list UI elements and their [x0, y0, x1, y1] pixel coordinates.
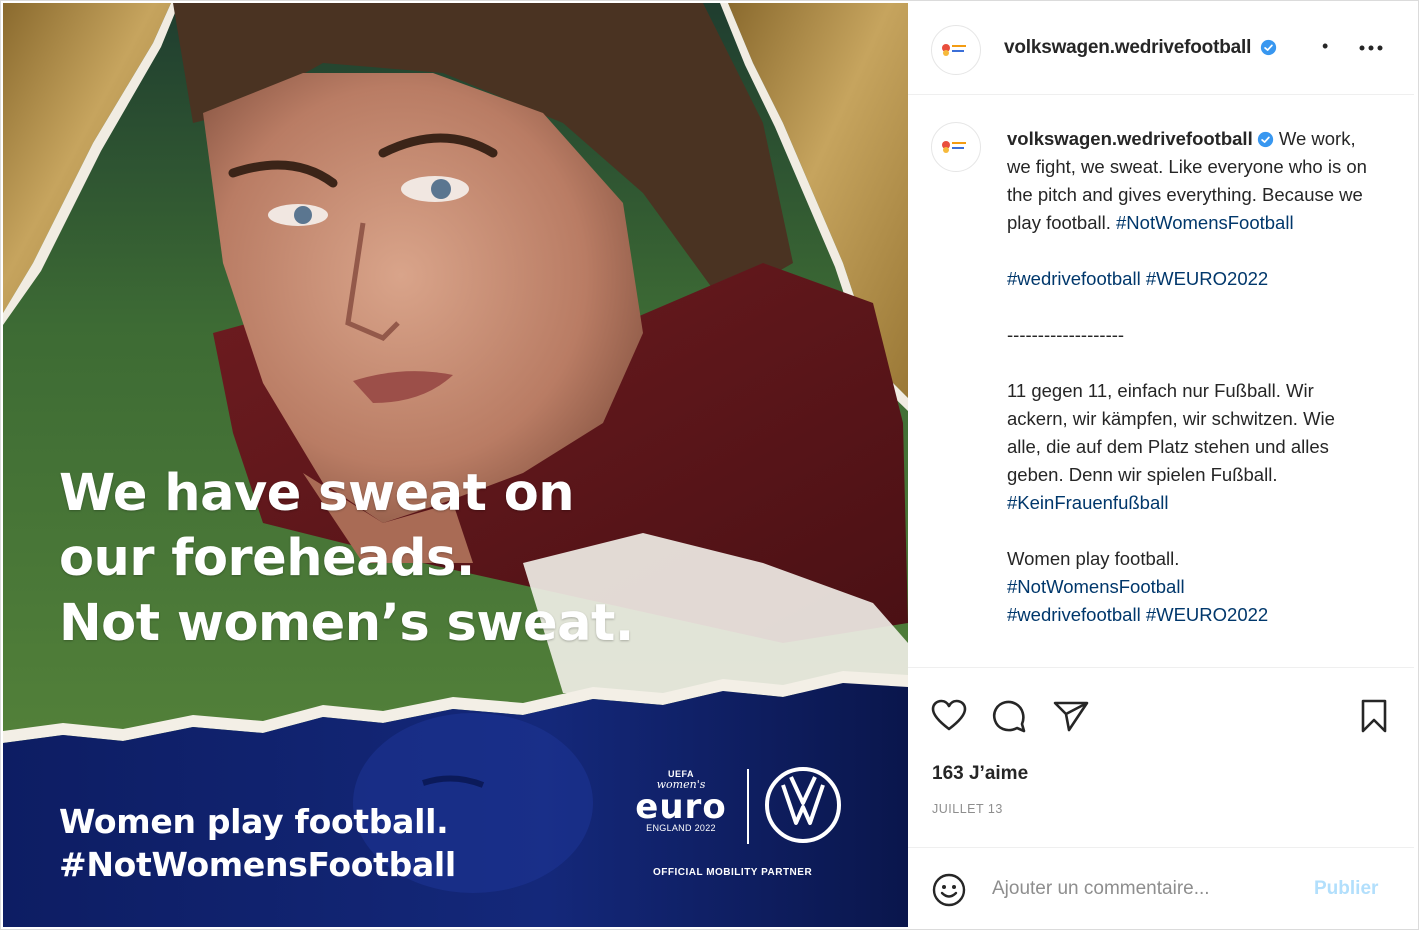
womens-euro-logo: UEFA women's euro ENGLAND 2022 [629, 769, 733, 841]
more-options-icon[interactable] [1354, 31, 1388, 65]
hashtag-link[interactable]: #wedrivefootball [1007, 268, 1141, 289]
post-actions: 163 J’aime JUILLET 13 [908, 667, 1414, 847]
emoji-icon[interactable] [931, 872, 967, 908]
comment-bar: Publier [908, 847, 1414, 927]
likes-count[interactable]: 163 J’aime [932, 763, 1028, 785]
like-button[interactable] [929, 696, 969, 736]
publish-button[interactable]: Publier [1314, 878, 1378, 900]
avatar[interactable] [931, 25, 981, 75]
post-sidebar: volkswagen.wedrivefootball • volkswagen.… [908, 3, 1414, 927]
verified-badge-icon [1257, 131, 1273, 148]
username-link[interactable]: volkswagen.wedrivefootball [1004, 37, 1277, 59]
profile-logo-icon [942, 141, 966, 153]
caption-text-footer: Women play football. [1007, 548, 1180, 569]
tagline-line-2: #NotWomensFootball [59, 845, 456, 884]
caption-divider: ------------------- [1007, 324, 1125, 345]
euro-word-text: euro [635, 787, 727, 827]
comment-button[interactable] [989, 696, 1029, 736]
headline-line-1: We have sweat on [59, 464, 575, 523]
profile-logo-icon [942, 44, 966, 56]
hashtag-link[interactable]: #WEURO2022 [1146, 604, 1268, 625]
share-button[interactable] [1051, 696, 1091, 736]
image-tagline: Women play football. #NotWomensFootball [59, 800, 456, 886]
tagline-line-1: Women play football. [59, 802, 449, 841]
bookmark-icon [1361, 699, 1387, 733]
post-image[interactable]: We have sweat on our foreheads. Not wome… [3, 3, 908, 927]
paper-plane-icon [1053, 701, 1089, 732]
caption-username[interactable]: volkswagen.wedrivefootball [1007, 128, 1253, 149]
image-headline: We have sweat on our foreheads. Not wome… [59, 461, 779, 656]
headline-line-3: Not women’s sweat. [59, 594, 634, 653]
post-caption: volkswagen.wedrivefootball We work, we f… [1007, 125, 1367, 629]
username-text: volkswagen.wedrivefootball [1004, 37, 1252, 58]
post-date[interactable]: JUILLET 13 [932, 802, 1003, 816]
hashtag-link[interactable]: #WEURO2022 [1146, 268, 1268, 289]
hashtag-link[interactable]: #KeinFrauenfußball [1007, 492, 1168, 513]
caption-text-de: 11 gegen 11, einfach nur Fußball. Wir ac… [1007, 380, 1335, 485]
instagram-post: We have sweat on our foreheads. Not wome… [0, 0, 1419, 930]
hashtag-link[interactable]: #wedrivefootball [1007, 604, 1141, 625]
caption-avatar[interactable] [931, 122, 981, 172]
post-header: volkswagen.wedrivefootball • [908, 3, 1414, 95]
verified-badge-icon [1261, 39, 1277, 56]
logo-divider [747, 769, 749, 844]
save-button[interactable] [1354, 696, 1394, 736]
headline-line-2: our foreheads. [59, 529, 475, 588]
hashtag-link[interactable]: #NotWomensFootball [1007, 576, 1185, 597]
header-separator: • [1322, 36, 1329, 56]
comment-bubble-icon [992, 700, 1026, 733]
comment-input[interactable] [992, 874, 1302, 904]
heart-icon [931, 699, 967, 731]
partner-text: OFFICIAL MOBILITY PARTNER [653, 867, 813, 878]
hashtag-link[interactable]: #NotWomensFootball [1116, 212, 1294, 233]
vw-logo-icon [765, 767, 841, 843]
caption-area: volkswagen.wedrivefootball We work, we f… [908, 95, 1414, 667]
